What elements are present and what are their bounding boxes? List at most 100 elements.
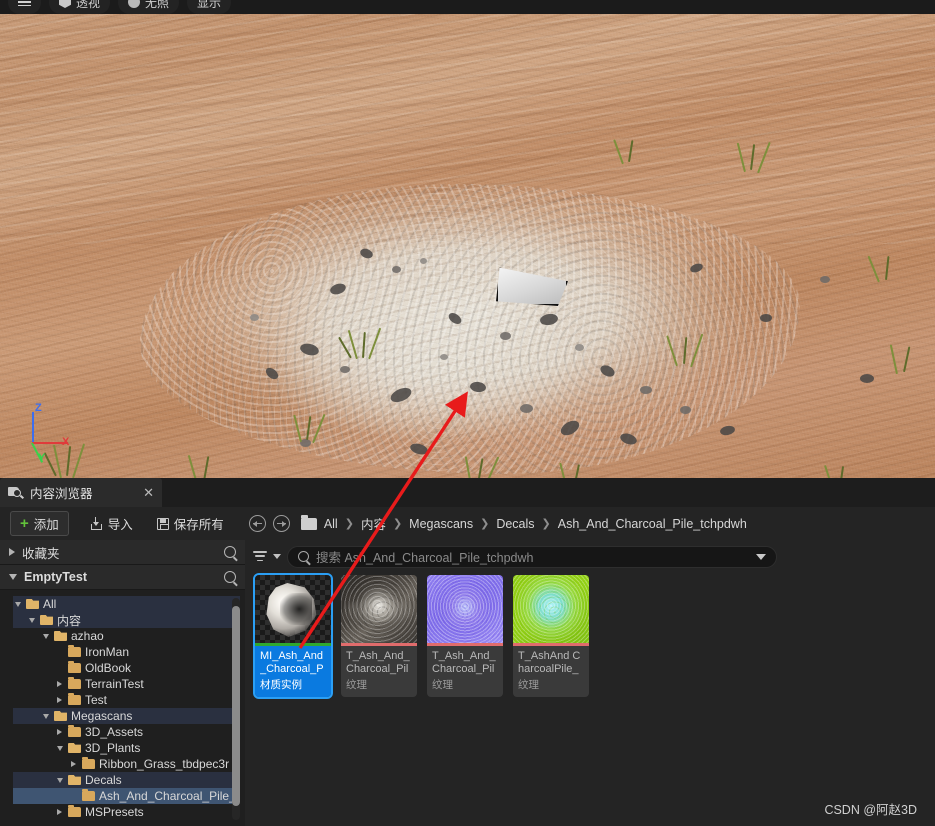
breadcrumb-item-megascans[interactable]: Megascans	[409, 517, 473, 531]
chevron-right-icon	[9, 548, 15, 556]
breadcrumb-item-all[interactable]: All	[324, 517, 338, 531]
folder-icon	[68, 647, 81, 657]
chevron-right-icon[interactable]	[55, 729, 64, 735]
viewport-terrain	[0, 14, 935, 478]
chevron-down-icon[interactable]	[41, 634, 50, 639]
viewport-perspective-label: 透视	[76, 0, 100, 11]
tree-item-label: 3D_Assets	[85, 725, 143, 739]
folder-icon	[68, 663, 81, 673]
content-browser-icon	[8, 486, 23, 499]
asset-tile[interactable]: T_AshAnd CharcoalPile_ 纹理	[513, 575, 589, 697]
chevron-down-icon[interactable]	[55, 778, 64, 783]
chevron-down-icon[interactable]	[55, 746, 64, 751]
asset-type: 纹理	[346, 677, 412, 692]
asset-type: 材质实例	[260, 677, 326, 692]
chevron-down-icon[interactable]	[27, 618, 36, 623]
tree-item[interactable]: All	[13, 596, 240, 612]
tree-item-label: MSPresets	[85, 805, 144, 819]
filter-bar[interactable]: 搜索 Ash_And_Charcoal_Pile_tchpdwh	[245, 540, 935, 573]
chevron-right-icon[interactable]	[69, 761, 78, 767]
chevron-down-icon[interactable]	[273, 554, 281, 559]
save-all-button[interactable]: 保存所有	[148, 511, 233, 536]
cube-icon	[59, 0, 71, 8]
import-icon	[90, 517, 103, 530]
chevron-down-icon	[9, 574, 17, 580]
tree-item-label: OldBook	[85, 661, 131, 675]
folder-icon	[301, 518, 317, 530]
project-row[interactable]: EmptyTest	[0, 565, 245, 590]
content-browser-toolbar[interactable]: + 添加 导入 保存所有 All ❯ 内容 ❯ Megascans ❯	[0, 507, 935, 540]
tree-item-label: All	[43, 597, 56, 611]
viewport-show-label: 显示	[197, 0, 221, 11]
tree-item[interactable]: 3D_Plants	[13, 740, 240, 756]
tree-scrollbar[interactable]	[232, 598, 240, 820]
folder-open-icon	[68, 775, 81, 785]
asset-tile[interactable]: T_Ash_And_Charcoal_Pile 纹理	[427, 575, 503, 697]
folder-open-icon	[40, 615, 53, 625]
breadcrumb-item-current[interactable]: Ash_And_Charcoal_Pile_tchpdwh	[558, 517, 747, 531]
breadcrumb-separator: ❯	[393, 517, 402, 530]
tab-content-browser[interactable]: 内容浏览器 ✕	[0, 478, 162, 507]
tree-item-label: 3D_Plants	[85, 741, 140, 755]
tree-item[interactable]: OldBook	[13, 660, 240, 676]
search-icon[interactable]	[224, 546, 236, 558]
level-viewport[interactable]: Z X Y 透视 无照 显示	[0, 0, 935, 478]
chevron-right-icon[interactable]	[55, 697, 64, 703]
viewport-menu-button[interactable]	[8, 0, 41, 14]
viewport-toolbar[interactable]: 透视 无照 显示	[0, 0, 231, 14]
tree-item[interactable]: Test	[13, 692, 240, 708]
tab-title: 内容浏览器	[30, 483, 93, 502]
tree-item[interactable]: Megascans	[13, 708, 240, 724]
asset-view-panel: 搜索 Ash_And_Charcoal_Pile_tchpdwh MI_Ash_…	[245, 540, 935, 826]
chevron-right-icon[interactable]	[55, 809, 64, 815]
tree-item[interactable]: TerrainTest	[13, 676, 240, 692]
tree-item[interactable]: Ash_And_Charcoal_Pile_t	[13, 788, 240, 804]
asset-thumbnail	[513, 575, 589, 643]
content-browser-tabbar: 内容浏览器 ✕	[0, 478, 935, 507]
forward-icon[interactable]	[273, 515, 290, 532]
search-dropdown-icon[interactable]	[756, 554, 766, 560]
import-button[interactable]: 导入	[81, 511, 142, 536]
favorites-row[interactable]: 收藏夹	[0, 540, 245, 565]
tree-item[interactable]: Ribbon_Grass_tbdpec3r	[13, 756, 240, 772]
back-icon[interactable]	[249, 515, 266, 532]
asset-tile[interactable]: MI_Ash_And_Charcoal_Pile 材质实例	[255, 575, 331, 697]
tree-item-label: 内容	[57, 612, 81, 629]
tree-item-label: Ash_And_Charcoal_Pile_t	[99, 789, 239, 803]
filter-icon[interactable]	[253, 551, 267, 562]
folder-open-icon	[54, 631, 67, 641]
chevron-down-icon[interactable]	[13, 602, 22, 607]
viewport-axis-gizmo: Z X Y	[22, 404, 82, 458]
tree-item[interactable]: azhao	[13, 628, 240, 644]
search-icon[interactable]	[224, 571, 236, 583]
import-button-label: 导入	[108, 514, 133, 533]
folder-open-icon	[26, 599, 39, 609]
chevron-down-icon[interactable]	[41, 714, 50, 719]
viewport-lighting-button[interactable]: 无照	[118, 0, 179, 14]
close-icon[interactable]: ✕	[143, 486, 154, 499]
viewport-perspective-button[interactable]: 透视	[49, 0, 110, 14]
folder-open-icon	[54, 711, 67, 721]
tree-item[interactable]: 3D_Assets	[13, 724, 240, 740]
breadcrumb-separator: ❯	[542, 517, 551, 530]
asset-tile[interactable]: T_Ash_And_Charcoal_Pile 纹理	[341, 575, 417, 697]
tree-item[interactable]: 内容	[13, 612, 240, 628]
asset-type: 纹理	[518, 677, 584, 692]
folder-tree[interactable]: All内容azhaoIronManOldBookTerrainTestTestM…	[13, 596, 240, 822]
add-button[interactable]: + 添加	[10, 511, 69, 536]
breadcrumb-item-content[interactable]: 内容	[361, 514, 386, 533]
tree-scrollbar-thumb[interactable]	[232, 606, 240, 806]
search-input[interactable]: 搜索 Ash_And_Charcoal_Pile_tchpdwh	[287, 546, 777, 568]
tree-item[interactable]: Decals	[13, 772, 240, 788]
tree-item[interactable]: MSPresets	[13, 804, 240, 820]
tree-item[interactable]: IronMan	[13, 644, 240, 660]
viewport-show-button[interactable]: 显示	[187, 0, 231, 14]
search-input-text: 搜索 Ash_And_Charcoal_Pile_tchpdwh	[316, 547, 534, 566]
chevron-right-icon[interactable]	[55, 681, 64, 687]
breadcrumb-item-decals[interactable]: Decals	[496, 517, 534, 531]
folder-icon	[82, 791, 95, 801]
asset-name: T_Ash_And_Charcoal_Pile	[346, 650, 412, 675]
asset-tile-grid[interactable]: MI_Ash_And_Charcoal_Pile 材质实例 T_Ash_And_…	[255, 575, 589, 697]
breadcrumb[interactable]: All ❯ 内容 ❯ Megascans ❯ Decals ❯ Ash_And_…	[249, 514, 747, 533]
hamburger-icon	[18, 0, 31, 7]
